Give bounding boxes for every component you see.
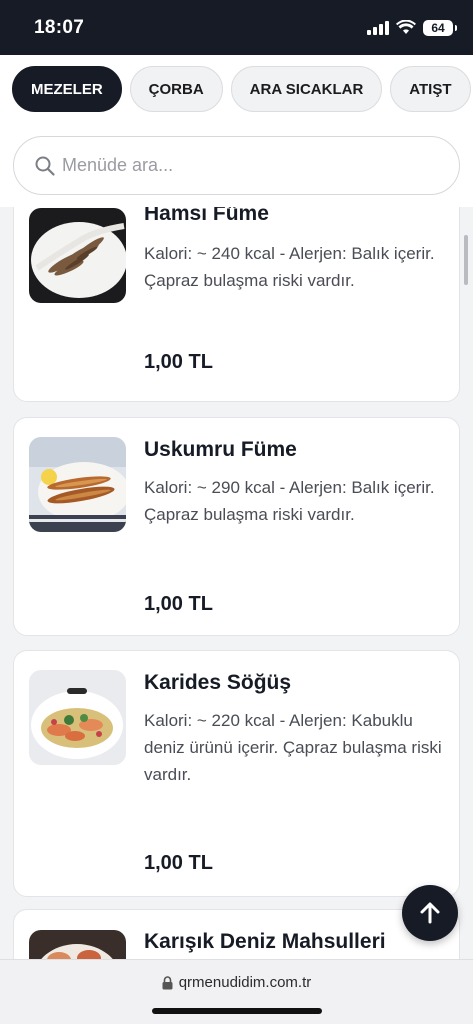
status-icons: 64 <box>367 19 457 36</box>
karides-sogus-image <box>29 670 126 765</box>
back-to-top-button[interactable] <box>402 885 458 941</box>
uskumru-fume-image <box>29 437 126 532</box>
status-bar: 18:07 64 <box>0 0 473 55</box>
cellular-signal-icon <box>367 20 389 35</box>
item-price: 1,00 TL <box>144 593 213 615</box>
item-title: Karışık Deniz Mahsulleri <box>144 930 386 953</box>
scroll-indicator[interactable] <box>464 235 468 285</box>
hamsi-fume-image <box>29 208 126 303</box>
category-tabs: MEZELER ÇORBA ARA SICAKLAR ATIŞT <box>0 55 473 123</box>
menu-item-card[interactable]: Karides Söğüş Kalori: ~ 220 kcal - Alerj… <box>13 650 460 897</box>
home-indicator <box>152 1008 322 1014</box>
item-description: Kalori: ~ 240 kcal - Alerjen: Balık içer… <box>144 244 435 290</box>
search-icon <box>35 156 55 176</box>
search-input[interactable] <box>62 155 459 176</box>
item-title: Karides Söğüş <box>144 671 292 694</box>
tab-atistirmalik[interactable]: ATIŞT <box>390 66 471 112</box>
menu-item-card[interactable]: Uskumru Füme Kalori: ~ 290 kcal - Alerje… <box>13 417 460 636</box>
item-title: Uskumru Füme <box>144 438 297 461</box>
menu-item-card[interactable]: Hamsi Füme Kalori: ~ 240 kcal - Alerjen:… <box>13 207 460 402</box>
search-box[interactable] <box>13 136 460 195</box>
battery-indicator: 64 <box>423 19 457 36</box>
lock-icon <box>162 975 173 989</box>
item-price: 1,00 TL <box>144 351 213 373</box>
tab-mezeler[interactable]: MEZELER <box>12 66 122 112</box>
browser-address-bar[interactable]: qrmenudidim.com.tr <box>0 959 473 1024</box>
battery-level: 64 <box>431 20 445 35</box>
url-text: qrmenudidim.com.tr <box>178 974 312 991</box>
search-section <box>0 123 473 207</box>
item-price: 1,00 TL <box>144 852 213 874</box>
tab-ara-sicaklar[interactable]: ARA SICAKLAR <box>230 66 383 112</box>
item-description: Kalori: ~ 290 kcal - Alerjen: Balık içer… <box>144 478 435 524</box>
wifi-icon <box>396 20 416 35</box>
tab-corba[interactable]: ÇORBA <box>129 66 223 112</box>
url-row[interactable]: qrmenudidim.com.tr <box>0 974 473 991</box>
menu-item-card[interactable]: Karışık Deniz Mahsulleri <box>13 909 460 959</box>
menu-list: Hamsi Füme Kalori: ~ 240 kcal - Alerjen:… <box>0 207 473 959</box>
item-title: Hamsi Füme <box>144 207 269 225</box>
karisik-deniz-mahsulleri-image <box>29 930 126 959</box>
item-description: Kalori: ~ 220 kcal - Alerjen: Kabuklu de… <box>144 711 442 784</box>
arrow-up-icon <box>420 902 440 924</box>
status-time: 18:07 <box>34 16 85 38</box>
